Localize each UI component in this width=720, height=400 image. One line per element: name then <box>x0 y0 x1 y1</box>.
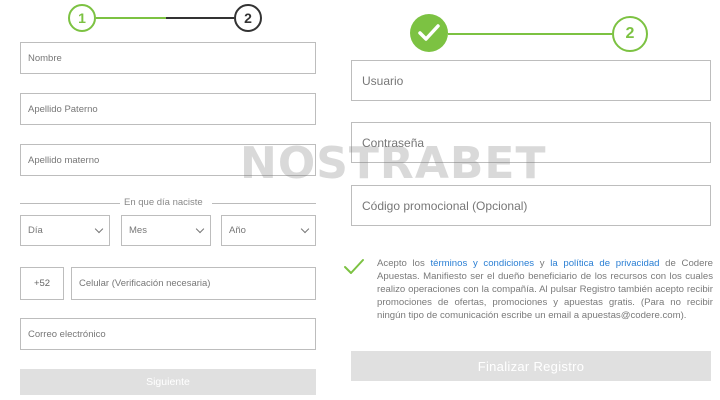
chevron-down-icon <box>195 224 205 234</box>
nombre-placeholder: Nombre <box>28 52 62 64</box>
chevron-down-icon <box>300 224 310 234</box>
day-select-value: Día <box>28 225 43 236</box>
step-1-number: 1 <box>78 10 86 26</box>
month-select[interactable]: Mes <box>121 215 211 246</box>
month-select-value: Mes <box>129 225 147 236</box>
step-2-indicator: 2 <box>234 4 262 32</box>
year-select[interactable]: Año <box>221 215 316 246</box>
usuario-placeholder: Usuario <box>362 73 404 88</box>
stepper-completed-line <box>448 33 612 35</box>
privacy-link[interactable]: la política de privacidad <box>550 258 659 269</box>
apellido-paterno-field[interactable]: Apellido Paterno <box>20 93 316 125</box>
celular-placeholder: Celular (Verificación necesaria) <box>79 278 211 289</box>
apellido-paterno-placeholder: Apellido Paterno <box>28 103 98 115</box>
step-2-active-indicator: 2 <box>612 16 648 52</box>
day-select[interactable]: Día <box>20 215 110 246</box>
usuario-field[interactable]: Usuario <box>351 60 711 101</box>
correo-field[interactable]: Correo electrónico <box>20 318 316 350</box>
phone-prefix-field[interactable]: +52 <box>20 267 64 300</box>
siguiente-button[interactable]: Siguiente <box>20 369 316 395</box>
birth-divider-right <box>212 203 316 204</box>
codigo-promocional-placeholder: Código promocional (Opcional) <box>362 198 528 213</box>
celular-field[interactable]: Celular (Verificación necesaria) <box>71 267 316 300</box>
stepper-progress-line <box>96 17 166 19</box>
birth-divider-left <box>20 203 120 204</box>
correo-placeholder: Correo electrónico <box>28 328 106 340</box>
codigo-promocional-field[interactable]: Código promocional (Opcional) <box>351 185 711 226</box>
terms-prefix: Acepto los <box>377 258 431 269</box>
nombre-field[interactable]: Nombre <box>20 42 316 74</box>
step-1-indicator: 1 <box>68 4 96 32</box>
terms-text: Acepto los términos y condiciones y la p… <box>377 257 713 322</box>
step-2-active-number: 2 <box>625 25 635 42</box>
apellido-materno-placeholder: Apellido materno <box>28 154 100 166</box>
birth-date-label: En que día naciste <box>120 197 207 208</box>
checkmark-icon <box>418 24 440 41</box>
contrasena-field[interactable]: Contraseña <box>351 122 711 163</box>
phone-prefix-value: +52 <box>33 278 51 289</box>
registration-step-1-panel: 1 2 Nombre Apellido Paterno Apellido mat… <box>0 0 340 400</box>
chevron-down-icon <box>94 224 104 234</box>
step-2-number: 2 <box>244 10 252 26</box>
registration-step-2-panel: 2 Usuario Contraseña Código promocional … <box>340 0 720 400</box>
terms-link[interactable]: términos y condiciones <box>430 258 534 269</box>
stepper-remaining-line <box>166 17 234 19</box>
terms-middle: y <box>534 258 551 269</box>
finalizar-registro-button[interactable]: Finalizar Registro <box>351 351 711 381</box>
terms-checkbox-check-icon[interactable] <box>343 258 365 276</box>
contrasena-placeholder: Contraseña <box>362 135 425 150</box>
year-select-value: Año <box>229 225 246 236</box>
step-1-complete-indicator <box>410 14 448 52</box>
apellido-materno-field[interactable]: Apellido materno <box>20 144 316 176</box>
